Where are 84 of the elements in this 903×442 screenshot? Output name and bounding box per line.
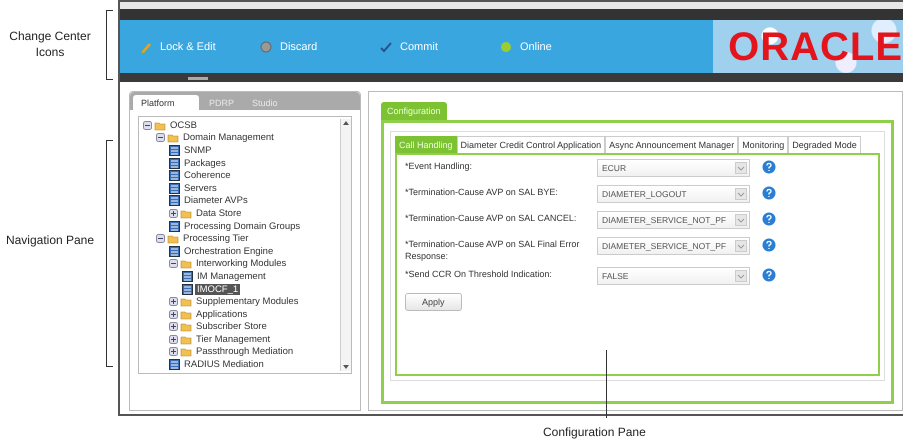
tree-item[interactable]: Packages	[182, 158, 228, 169]
node-icon	[182, 284, 193, 295]
config-tab[interactable]: Degraded Mode	[788, 136, 861, 153]
help-icon[interactable]	[762, 268, 776, 282]
config-tab[interactable]: Diameter Credit Control Application	[456, 136, 606, 153]
expand-icon[interactable]	[169, 334, 178, 344]
collapse-icon[interactable]	[156, 234, 165, 244]
field-label: *Termination-Cause AVP on SAL Final Error Response:	[405, 238, 580, 262]
apply-button[interactable]: Apply	[405, 293, 462, 312]
field-label: *Event Handling:	[405, 160, 474, 173]
tree-item[interactable]: OCSB	[168, 120, 199, 131]
dropdown-field[interactable]: DIAMETER_LOGOUT	[597, 185, 750, 203]
tree-item[interactable]: Processing Tier	[181, 233, 250, 244]
expand-icon[interactable]	[169, 297, 178, 306]
help-icon[interactable]	[762, 212, 776, 226]
tree-item[interactable]: Orchestration Engine	[182, 246, 276, 257]
node-icon	[169, 220, 180, 232]
callout-label: Configuration Pane	[543, 424, 646, 440]
folder-icon	[154, 120, 166, 131]
help-icon[interactable]	[762, 160, 776, 174]
tree-item[interactable]: Coherence	[182, 170, 232, 182]
tree-item[interactable]: RADIUS Mediation	[182, 359, 266, 370]
node-icon	[169, 195, 180, 206]
discard-icon	[260, 40, 272, 53]
node-icon	[169, 359, 180, 370]
tree-item[interactable]: Diameter AVPs	[182, 195, 250, 206]
folder-icon	[180, 321, 192, 332]
folder-icon	[180, 334, 192, 345]
collapse-icon[interactable]	[156, 133, 165, 142]
nav-tab[interactable]: Platform	[133, 95, 199, 110]
tree-item[interactable]: Applications	[194, 308, 250, 320]
help-icon[interactable]	[762, 238, 776, 252]
dropdown-field[interactable]: DIAMETER_SERVICE_NOT_PF	[597, 237, 750, 255]
folder-icon	[180, 208, 192, 219]
tree-item[interactable]: Data Store	[194, 208, 244, 219]
status-dot-icon	[500, 40, 512, 53]
field-label: *Termination-Cause AVP on SAL CANCEL:	[405, 212, 578, 225]
tree-item[interactable]: Domain Management	[181, 132, 276, 144]
collapse-icon[interactable]	[169, 259, 178, 268]
tree-item[interactable]: Tier Management	[194, 334, 272, 345]
scroll-down-icon	[341, 363, 351, 371]
oracle-logo: ORACLE	[728, 26, 903, 67]
collapse-icon[interactable]	[143, 120, 152, 130]
node-icon	[169, 158, 180, 169]
field-label: *Send CCR On Threshold Indication:	[405, 268, 553, 282]
tree-item[interactable]: Passthrough Mediation	[194, 346, 296, 358]
leader-line	[606, 350, 607, 418]
config-tab[interactable]: Async Announcement Manager	[605, 136, 738, 153]
folder-icon	[167, 132, 179, 144]
folder-icon	[180, 308, 192, 320]
folder-icon	[180, 258, 192, 270]
check-icon	[380, 40, 392, 53]
config-tab[interactable]: Monitoring	[738, 136, 788, 153]
tree-item[interactable]: IMOCF_1	[195, 284, 240, 295]
node-icon	[169, 170, 180, 182]
help-icon[interactable]	[762, 186, 776, 200]
node-icon	[169, 182, 180, 194]
tree-item[interactable]: IM Management	[195, 270, 268, 282]
folder-icon	[180, 346, 192, 358]
tree-item[interactable]: Servers	[182, 182, 219, 194]
scrollbar[interactable]	[340, 119, 351, 371]
callout-label: Change Center Icons	[8, 28, 92, 60]
tree-item[interactable]: Processing Domain Groups	[182, 220, 302, 232]
folder-icon	[167, 233, 179, 244]
dropdown-field[interactable]: DIAMETER_SERVICE_NOT_PF	[597, 211, 750, 229]
callout-label: Navigation Pane	[4, 232, 96, 248]
dropdown-field[interactable]: ECUR	[597, 159, 750, 177]
expand-icon[interactable]	[169, 310, 178, 319]
field-label: *Termination-Cause AVP on SAL BYE:	[405, 186, 559, 199]
folder-icon	[180, 296, 192, 308]
tree-item[interactable]: Interworking Modules	[194, 258, 288, 270]
scroll-up-icon	[341, 119, 351, 127]
tree-item[interactable]: Supplementary Modules	[194, 296, 300, 308]
splitter-handle[interactable]	[188, 76, 208, 80]
expand-icon[interactable]	[169, 347, 178, 356]
tree-item[interactable]: SNMP	[182, 144, 214, 156]
dropdown-field[interactable]: FALSE	[597, 267, 750, 286]
node-icon	[182, 270, 193, 282]
bracket-line	[106, 10, 113, 80]
tree-item[interactable]: Subscriber Store	[194, 321, 269, 332]
node-icon	[169, 144, 180, 156]
node-icon	[169, 246, 180, 257]
expand-icon[interactable]	[169, 322, 178, 332]
expand-icon[interactable]	[169, 208, 178, 218]
